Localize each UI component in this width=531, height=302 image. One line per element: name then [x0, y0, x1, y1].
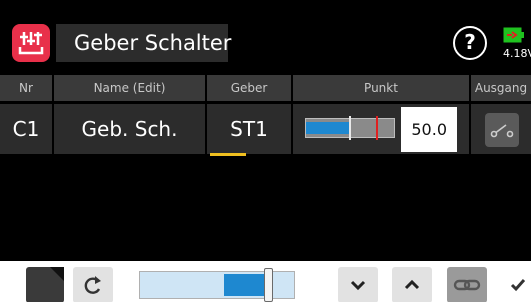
switch-open-icon[interactable]	[485, 113, 519, 147]
row-name-edit[interactable]: Geb. Sch.	[54, 104, 205, 154]
help-glyph: ?	[464, 30, 476, 54]
chevron-down-icon[interactable]	[338, 267, 378, 302]
question-circle-icon[interactable]: ?	[453, 26, 487, 60]
table-header: Nr Name (Edit) Geber Punkt Ausgang	[0, 75, 531, 101]
battery-icon	[503, 27, 524, 43]
column-header-punkt: Punkt	[293, 75, 469, 101]
link-icon[interactable]	[447, 267, 487, 302]
row-nr: C1	[0, 104, 52, 154]
slider-thumb[interactable]	[264, 268, 273, 302]
punkt-bar-center-marker	[349, 116, 351, 140]
row-geber[interactable]: ST1	[207, 104, 291, 154]
checkmark-icon[interactable]	[502, 267, 531, 302]
voltage-readout: 4.18V	[503, 47, 531, 60]
page-title-box: Geber Schalter	[56, 24, 232, 62]
punkt-bar	[305, 116, 395, 140]
bottom-toolbar	[0, 261, 531, 302]
reset-icon[interactable]	[73, 267, 113, 302]
punkt-bar-fill	[306, 122, 350, 134]
column-header-nr: Nr	[0, 75, 52, 101]
punkt-bar-switch-point-marker	[376, 116, 378, 140]
chevron-up-icon[interactable]	[392, 267, 432, 302]
punkt-value-field[interactable]: 50.0	[401, 107, 457, 152]
column-header-name: Name (Edit)	[54, 75, 205, 101]
header: Geber Schalter ? 4.18V	[0, 13, 531, 70]
corner-triangle-icon[interactable]	[26, 267, 64, 302]
mixer-sliders-icon[interactable]	[12, 24, 50, 62]
screen: Geber Schalter ? 4.18V Nr Name (Edit) Ge…	[0, 0, 531, 261]
geber-selection-underline	[210, 153, 246, 156]
slider-fill	[224, 274, 268, 296]
slider[interactable]	[139, 268, 295, 302]
column-header-ausgang: Ausgang	[471, 75, 531, 101]
column-header-geber: Geber	[207, 75, 291, 101]
page-title: Geber Schalter	[74, 31, 232, 55]
